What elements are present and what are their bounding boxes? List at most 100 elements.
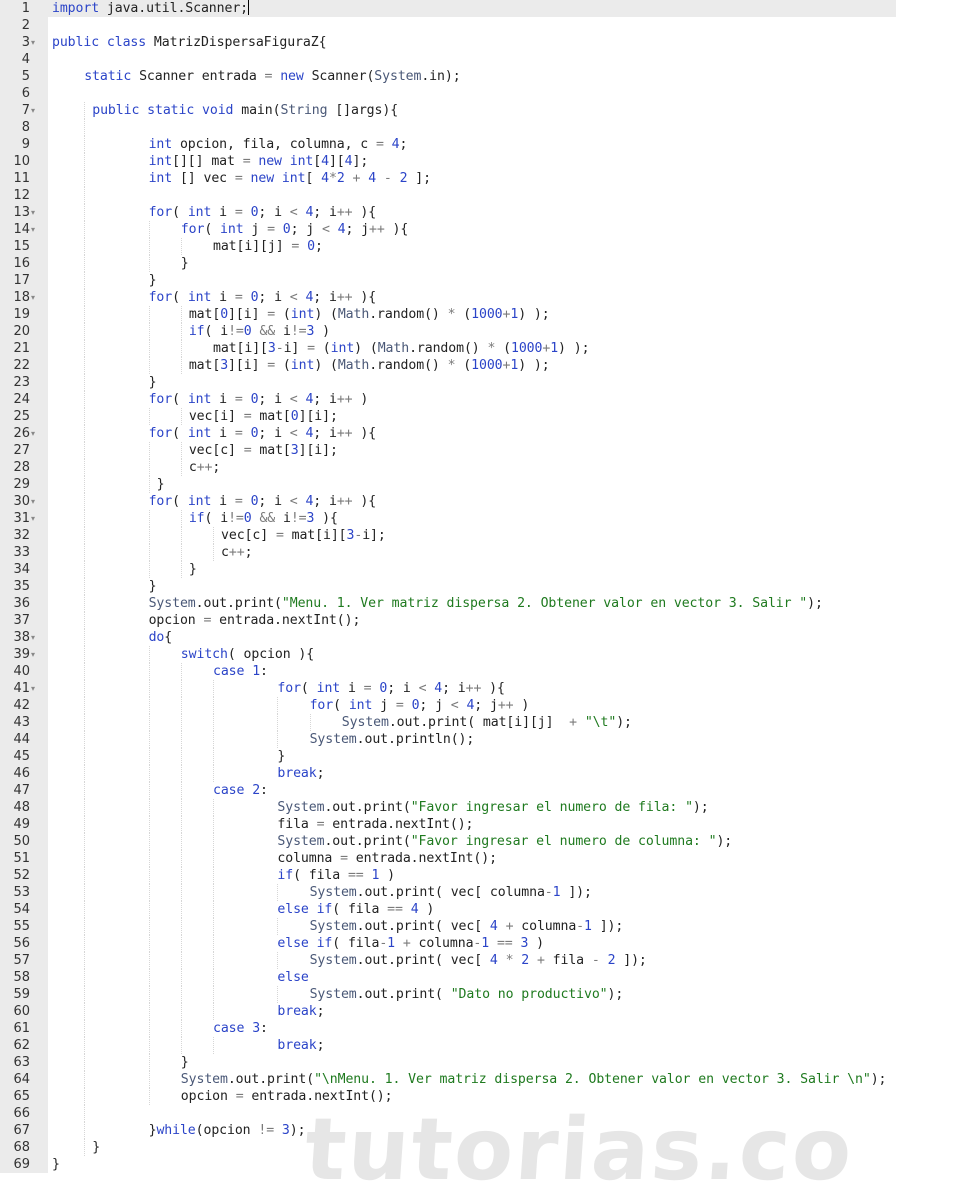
code-line[interactable]: 9 int opcion, fila, columna, c = 4; bbox=[0, 136, 896, 153]
code-line[interactable]: 57 System.out.print( vec[ 4 * 2 + fila - … bbox=[0, 952, 896, 969]
code-line[interactable]: 14 ▾ for( int j = 0; j < 4; j++ ){ bbox=[0, 221, 896, 238]
fold-arrow-icon[interactable]: ▾ bbox=[31, 102, 35, 119]
code-line[interactable]: 48 System.out.print("Favor ingresar el nu… bbox=[0, 799, 896, 816]
code-line[interactable]: 46 break; bbox=[0, 765, 896, 782]
code-line[interactable]: 43 System.out.print( mat[i][j] + "\t"); bbox=[0, 714, 896, 731]
fold-arrow-icon[interactable]: ▾ bbox=[31, 425, 35, 442]
code-line[interactable]: 2 bbox=[0, 17, 896, 34]
indent-guide bbox=[84, 323, 86, 340]
line-number: 65 bbox=[13, 1089, 30, 1104]
code-line[interactable]: 25 vec[i] = mat[0][i]; bbox=[0, 408, 896, 425]
fold-arrow-icon[interactable]: ▾ bbox=[31, 34, 35, 51]
code-line[interactable]: 29} bbox=[0, 476, 896, 493]
indent-guide bbox=[180, 901, 182, 918]
indent-guide bbox=[213, 884, 214, 901]
code-line[interactable]: 28 c++; bbox=[0, 459, 896, 476]
code-line[interactable]: 3 ▾ public class MatrizDispersaFiguraZ{ bbox=[0, 34, 896, 51]
indent-guide bbox=[180, 323, 182, 340]
fold-arrow-icon[interactable]: ▾ bbox=[31, 646, 35, 663]
code-line[interactable]: 45} bbox=[0, 748, 896, 765]
code-line[interactable]: 31 ▾ if( i!=0 && i!=3 ){ bbox=[0, 510, 896, 527]
code-line[interactable]: 1 import java.util.Scanner; bbox=[0, 0, 896, 17]
code-line[interactable]: 27 vec[c] = mat[3][i]; bbox=[0, 442, 896, 459]
fold-arrow-icon[interactable]: ▾ bbox=[31, 510, 35, 527]
code-line[interactable]: 61 case 3: bbox=[0, 1020, 896, 1037]
code-line[interactable]: 20 if( i!=0 && i!=3 ) bbox=[0, 323, 896, 340]
indent-guide bbox=[148, 442, 150, 459]
code-line[interactable]: 33 c++; bbox=[0, 544, 896, 561]
code-line[interactable]: 4 bbox=[0, 51, 896, 68]
code-line[interactable]: 19 mat[0][i] = (int) (Math.random() * (10… bbox=[0, 306, 896, 323]
code-line[interactable]: 15 mat[i][j] = 0; bbox=[0, 238, 896, 255]
code-line[interactable]: 18 ▾ for( int i = 0; i < 4; i++ ){ bbox=[0, 289, 896, 306]
line-number: 32 bbox=[13, 528, 30, 543]
line-number: 66 bbox=[13, 1106, 30, 1121]
code-line[interactable]: 63} bbox=[0, 1054, 896, 1071]
code-line[interactable]: 30 ▾ for( int i = 0; i < 4; i++ ){ bbox=[0, 493, 896, 510]
code-line[interactable]: 26 ▾ for( int i = 0; i < 4; i++ ){ bbox=[0, 425, 896, 442]
indent-guide bbox=[148, 1054, 150, 1071]
fold-arrow-icon[interactable]: ▾ bbox=[31, 289, 35, 306]
code-line[interactable]: 69} bbox=[0, 1156, 896, 1173]
line-number: 33 bbox=[13, 545, 30, 560]
indent-guide bbox=[84, 935, 86, 952]
code-line[interactable]: 36 System.out.print("Menu. 1. Ver matriz … bbox=[0, 595, 896, 612]
indent-guide bbox=[84, 1054, 86, 1071]
code-text: vec[i] = mat[0][i]; bbox=[188, 409, 338, 424]
fold-arrow-icon[interactable]: ▾ bbox=[31, 493, 35, 510]
code-line[interactable]: 58 else bbox=[0, 969, 896, 986]
code-line[interactable]: 66 bbox=[0, 1105, 896, 1122]
code-line[interactable]: 65 opcion = entrada.nextInt(); bbox=[0, 1088, 896, 1105]
indent-guide bbox=[84, 442, 86, 459]
code-line[interactable]: 54 else if( fila == 4 ) bbox=[0, 901, 896, 918]
code-line[interactable]: 60 break; bbox=[0, 1003, 896, 1020]
code-line[interactable]: 40 case 1: bbox=[0, 663, 896, 680]
code-line[interactable]: 52 if( fila == 1 ) bbox=[0, 867, 896, 884]
code-line[interactable]: 5 static Scanner entrada = new Scanner(Sy… bbox=[0, 68, 896, 85]
code-lines[interactable]: 1 import java.util.Scanner; 2 3 ▾ public clas… bbox=[0, 0, 896, 1173]
code-line[interactable]: 56 else if( fila-1 + columna-1 == 3 ) bbox=[0, 935, 896, 952]
code-line[interactable]: 51 columna = entrada.nextInt(); bbox=[0, 850, 896, 867]
code-line[interactable]: 53 System.out.print( vec[ columna-1 ]); bbox=[0, 884, 896, 901]
fold-arrow-icon[interactable]: ▾ bbox=[31, 629, 35, 646]
code-line[interactable]: 41 ▾ for( int i = 0; i < 4; i++ ){ bbox=[0, 680, 896, 697]
code-line[interactable]: 49 fila = entrada.nextInt(); bbox=[0, 816, 896, 833]
line-number: 51 bbox=[13, 851, 30, 866]
code-line[interactable]: 50 System.out.print("Favor ingresar el nu… bbox=[0, 833, 896, 850]
code-line[interactable]: 32 vec[c] = mat[i][3-i]; bbox=[0, 527, 896, 544]
code-line[interactable]: 8 bbox=[0, 119, 896, 136]
code-line[interactable]: 38 ▾ do{ bbox=[0, 629, 896, 646]
fold-arrow-icon[interactable]: ▾ bbox=[31, 204, 35, 221]
code-line[interactable]: 6 bbox=[0, 85, 896, 102]
code-line[interactable]: 47 case 2: bbox=[0, 782, 896, 799]
code-line[interactable]: 17} bbox=[0, 272, 896, 289]
code-line[interactable]: 23} bbox=[0, 374, 896, 391]
code-line[interactable]: 12 bbox=[0, 187, 896, 204]
code-line[interactable]: 16} bbox=[0, 255, 896, 272]
code-line[interactable]: 59 System.out.print( "Dato no productivo"… bbox=[0, 986, 896, 1003]
code-line[interactable]: 35} bbox=[0, 578, 896, 595]
indent-guide bbox=[180, 731, 182, 748]
code-line[interactable]: 24 for( int i = 0; i < 4; i++ ) bbox=[0, 391, 896, 408]
code-line[interactable]: 42 for( int j = 0; j < 4; j++ ) bbox=[0, 697, 896, 714]
code-line[interactable]: 55 System.out.print( vec[ 4 + columna-1 ]… bbox=[0, 918, 896, 935]
code-text: mat[i][3-i] = (int) (Math.random() * (10… bbox=[213, 341, 590, 356]
code-line[interactable]: 34} bbox=[0, 561, 896, 578]
fold-arrow-icon[interactable]: ▾ bbox=[31, 680, 35, 697]
code-line[interactable]: 68} bbox=[0, 1139, 896, 1156]
code-line[interactable]: 10 int[][] mat = new int[4][4]; bbox=[0, 153, 896, 170]
code-line[interactable]: 62 break; bbox=[0, 1037, 896, 1054]
code-line[interactable]: 11 int [] vec = new int[ 4*2 + 4 - 2 ]; bbox=[0, 170, 896, 187]
code-editor[interactable]: 1 import java.util.Scanner; 2 3 ▾ public clas… bbox=[0, 0, 896, 1173]
code-line[interactable]: 67}while(opcion != 3); bbox=[0, 1122, 896, 1139]
code-line[interactable]: 64 System.out.print("\nMenu. 1. Ver matri… bbox=[0, 1071, 896, 1088]
code-line[interactable]: 7 ▾ public static void main(String []args)… bbox=[0, 102, 896, 119]
code-line[interactable]: 37 opcion = entrada.nextInt(); bbox=[0, 612, 896, 629]
code-line[interactable]: 22 mat[3][i] = (int) (Math.random() * (10… bbox=[0, 357, 896, 374]
code-line[interactable]: 44 System.out.println(); bbox=[0, 731, 896, 748]
fold-arrow-icon[interactable]: ▾ bbox=[31, 221, 35, 238]
code-line[interactable]: 13 ▾ for( int i = 0; i < 4; i++ ){ bbox=[0, 204, 896, 221]
indent-guide bbox=[148, 850, 150, 867]
code-line[interactable]: 39 ▾ switch( opcion ){ bbox=[0, 646, 896, 663]
code-line[interactable]: 21 mat[i][3-i] = (int) (Math.random() * (… bbox=[0, 340, 896, 357]
